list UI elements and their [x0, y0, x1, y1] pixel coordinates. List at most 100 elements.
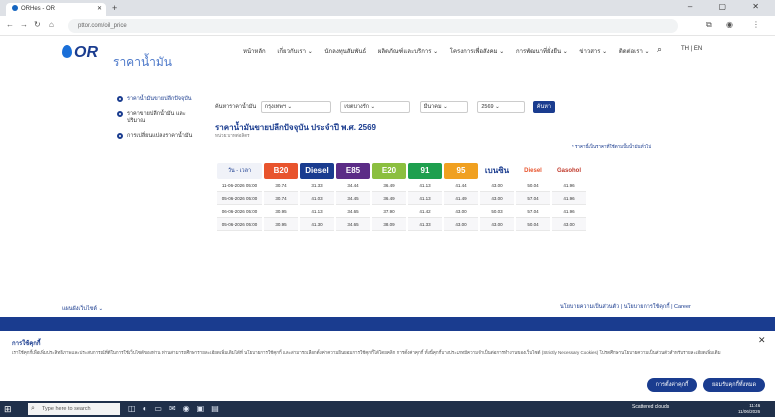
- nav-item-social[interactable]: โครงการเพื่อสังคม ⌄: [450, 49, 504, 55]
- nav-item-news[interactable]: ข่าวสาร ⌄: [579, 49, 607, 55]
- price-note: * ราคานี้เป็นราคาที่ใช้ตามปั๊มน้ำมันทั่ว…: [572, 144, 652, 149]
- table-cell: 41.96: [552, 205, 586, 218]
- table-cell: 41.96: [552, 192, 586, 205]
- column-header: B20: [264, 162, 298, 179]
- nav-item-about[interactable]: เกี่ยวกับเรา ⌄: [277, 49, 312, 55]
- sidebar-item-label: ราคาขายปลีกน้ำมัน และ ปริมาณ: [127, 111, 186, 124]
- profile-icon[interactable]: ◉: [726, 20, 733, 29]
- taskbar-apps[interactable]: ◫◐▭✉◉▣▤: [128, 404, 226, 413]
- table-header-row: วัน - เวลา B20 Diesel E85 E20 91 95 เบนซ…: [217, 162, 586, 179]
- nav-item-sustainability[interactable]: การพัฒนาที่ยั่งยืน ⌄: [516, 49, 568, 55]
- logo[interactable]: OR: [62, 44, 98, 62]
- region-select[interactable]: กรุงเทพฯ ⌄: [260, 101, 331, 113]
- extensions-icon[interactable]: ⧉: [706, 20, 712, 30]
- mail-icon[interactable]: ✉: [169, 404, 183, 413]
- table-cell: 57.04: [516, 205, 550, 218]
- radio-icon: [117, 111, 123, 117]
- table-cell: 37.90: [372, 205, 406, 218]
- new-tab-button[interactable]: +: [112, 3, 117, 14]
- sidebar-item-price-change[interactable]: การเปลี่ยนแปลงราคาน้ำมัน: [117, 133, 202, 140]
- column-header: 91: [408, 162, 442, 179]
- column-header: เบนซิน: [480, 162, 514, 179]
- tab-close-icon[interactable]: ✕: [97, 3, 102, 16]
- close-icon[interactable]: ✕: [758, 335, 766, 346]
- nav-item-home[interactable]: หน้าหลัก: [243, 49, 266, 55]
- fuel-header-95: 95: [444, 162, 478, 179]
- section-title: ราคาน้ำมัน: [113, 55, 173, 69]
- reload-icon[interactable]: ↻: [34, 20, 41, 29]
- table-cell: 41.03: [300, 192, 334, 205]
- sidebar-item-label: ราคาน้ำมันขายปลีกปัจจุบัน: [127, 96, 192, 102]
- column-header: 95: [444, 162, 478, 179]
- logo-text: OR: [74, 44, 98, 61]
- table-cell: 41.49: [444, 192, 478, 205]
- table-cell: 31.33: [300, 179, 334, 192]
- menu-icon[interactable]: ⋮: [752, 20, 760, 29]
- table-cell: 41.13: [408, 179, 442, 192]
- table-cell: 34.44: [336, 179, 370, 192]
- search-icon[interactable]: ⌕: [657, 44, 662, 55]
- cookie-settings-button[interactable]: การตั้งค่าคุกกี้: [647, 378, 697, 392]
- app-icon[interactable]: ▤: [211, 404, 226, 413]
- clock[interactable]: 11:46 11/06/2026: [738, 403, 760, 415]
- page-subtitle: หน่วย:บาทต่อลิตร: [215, 133, 250, 138]
- table-cell: 43.00: [480, 218, 514, 231]
- table-cell: 41.42: [408, 205, 442, 218]
- weather-widget[interactable]: Scattered clouds: [632, 404, 669, 410]
- browser-tab[interactable]: ORHes - OR ✕: [6, 3, 106, 16]
- site-header: OR ราคาน้ำมัน หน้าหลัก เกี่ยวกับเรา ⌄ นั…: [0, 36, 775, 74]
- task-view-icon[interactable]: ◫: [128, 404, 143, 413]
- column-header-date: วัน - เวลา: [217, 162, 262, 179]
- address-bar[interactable]: pttor.com/oil_price: [68, 19, 678, 33]
- table-row: 06-06-2026 05:00 30.95 41.13 34.65 37.90…: [217, 205, 586, 218]
- table-cell: 41.13: [300, 205, 334, 218]
- month-select[interactable]: มีนาคม ⌄: [419, 101, 468, 113]
- logo-drop-icon: [62, 45, 72, 58]
- table-cell: 34.65: [336, 218, 370, 231]
- file-explorer-icon[interactable]: ▭: [154, 404, 169, 413]
- search-icon: ⌕: [31, 405, 35, 412]
- store-icon[interactable]: ▣: [197, 404, 212, 413]
- sitemap-link[interactable]: แผนผังเว็บไซต์ ⌄: [62, 305, 103, 313]
- table-row: 11-06-2026 05:00 30.74 31.33 34.44 36.49…: [217, 179, 586, 192]
- tab-title: ORHes - OR: [21, 6, 56, 12]
- sidebar-item-current-price[interactable]: ราคาน้ำมันขายปลีกปัจจุบัน: [117, 96, 202, 103]
- footer-band: [0, 317, 775, 331]
- table-row: 05-06-2026 05:00 30.95 41.30 34.65 38.09…: [217, 218, 586, 231]
- cookie-banner: การใช้คุกกี้ ✕ เราใช้คุกกี้เพื่อเพิ่มประ…: [0, 331, 775, 401]
- table-cell: 43.00: [480, 192, 514, 205]
- price-table: วัน - เวลา B20 Diesel E85 E20 91 95 เบนซ…: [215, 162, 588, 231]
- sidebar-item-price-volume[interactable]: ราคาขายปลีกน้ำมัน และ ปริมาณ: [117, 111, 202, 125]
- language-switch[interactable]: TH | EN: [681, 46, 702, 52]
- edge-icon[interactable]: ◐: [143, 404, 155, 413]
- fuel-header-91: 91: [408, 162, 442, 179]
- windows-start-icon[interactable]: ⊞: [4, 404, 12, 415]
- year-select[interactable]: 2569 ⌄: [477, 101, 526, 113]
- nav-item-products[interactable]: ผลิตภัณฑ์และบริการ ⌄: [378, 49, 438, 55]
- nav-item-contact[interactable]: ติดต่อเรา ⌄: [619, 49, 650, 55]
- province-select[interactable]: เขตบางรัก ⌄: [340, 101, 411, 113]
- search-button[interactable]: ค้นหา: [532, 101, 555, 113]
- back-icon[interactable]: ←: [6, 20, 14, 29]
- taskbar: ⊞ ⌕ Type here to search ◫◐▭✉◉▣▤ Scattere…: [0, 401, 775, 417]
- chrome-icon[interactable]: ◉: [183, 404, 197, 413]
- table-cell: 43.00: [552, 218, 586, 231]
- forward-icon[interactable]: →: [20, 20, 28, 29]
- cookie-title: การใช้คุกกี้: [12, 341, 41, 347]
- fuel-header-b20: B20: [264, 162, 298, 179]
- table-cell: 30.74: [264, 179, 298, 192]
- taskbar-search[interactable]: ⌕ Type here to search: [28, 403, 120, 415]
- cookie-text: เราใช้คุกกี้เพื่อเพิ่มประสิทธิภาพและประส…: [12, 350, 721, 355]
- table-cell: 41.96: [552, 179, 586, 192]
- table-cell: 38.09: [372, 218, 406, 231]
- filter-label: ค้นหาราคาน้ำมัน: [215, 104, 257, 110]
- home-icon[interactable]: ⌂: [49, 20, 54, 29]
- nav-item-investor[interactable]: นักลงทุนสัมพันธ์: [324, 49, 366, 55]
- table-cell: 57.04: [516, 192, 550, 205]
- footer-links[interactable]: นโยบายความเป็นส่วนตัว | นโยบายการใช้คุกก…: [560, 303, 691, 311]
- column-header: Diesel: [300, 162, 334, 179]
- table-cell: 34.65: [336, 205, 370, 218]
- accept-cookies-button[interactable]: ยอมรับคุกกี้ทั้งหมด: [703, 378, 765, 392]
- window-controls[interactable]: – ▢ ✕: [688, 2, 771, 11]
- table-cell: 43.00: [444, 205, 478, 218]
